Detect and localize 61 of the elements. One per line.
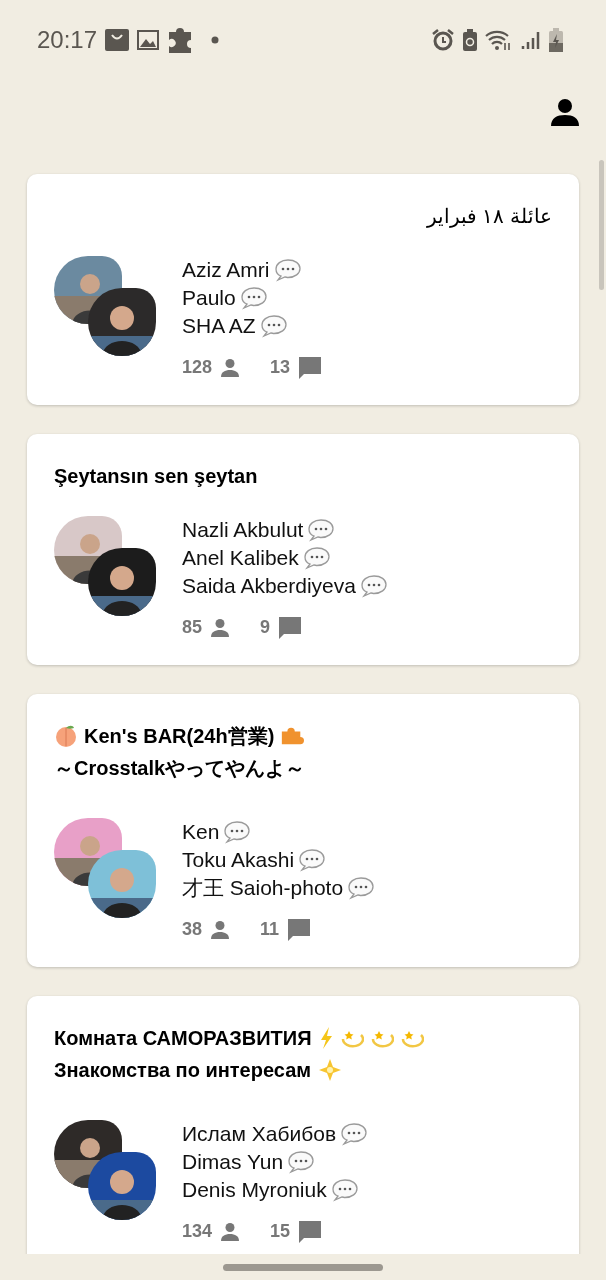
member-name: Paulo xyxy=(182,285,236,311)
room-title: Комната САМОРАЗВИТИЯ xyxy=(54,1026,312,1051)
speech-bubble-icon xyxy=(359,574,388,598)
speech-bubble-icon xyxy=(239,286,268,310)
room-card[interactable]: Ken's BAR(24h営業) ～Crosstalkやってやんよ～ Ken Toku Akashi 才王 Saioh-photo 38 11 xyxy=(27,694,579,967)
listener-count: 128 xyxy=(182,356,213,379)
speech-bubble-icon xyxy=(273,258,302,282)
member-name: Ken xyxy=(182,819,220,845)
person-icon xyxy=(220,357,241,378)
bag-icon xyxy=(105,29,130,51)
chat-icon xyxy=(278,615,303,640)
speech-bubble-icon xyxy=(347,876,376,900)
speech-bubble-icon xyxy=(307,518,336,542)
person-icon xyxy=(220,1221,241,1242)
person-icon xyxy=(210,919,231,940)
person-icon xyxy=(210,617,231,638)
member-name: 才王 Saioh-photo xyxy=(182,875,344,901)
member-name: Nazli Akbulut xyxy=(182,517,304,543)
listener-count: 38 xyxy=(182,918,203,941)
listener-count: 134 xyxy=(182,1220,213,1243)
member-name: Aziz Amri xyxy=(182,257,270,283)
puzzle-icon xyxy=(167,26,194,54)
signal-icon xyxy=(521,30,541,50)
chat-icon xyxy=(298,1219,323,1244)
profile-icon[interactable] xyxy=(550,97,580,127)
speech-bubble-icon xyxy=(330,1178,359,1202)
member-name: Dimas Yun xyxy=(182,1149,284,1175)
member-name: Saida Akberdiyeva xyxy=(182,573,356,599)
member-name: Denis Myroniuk xyxy=(182,1177,327,1203)
message-count: 13 xyxy=(270,356,291,379)
message-count: 15 xyxy=(270,1220,291,1243)
room-card[interactable]: Şeytansın sen şeytan Nazli Akbulut Anel Kalibek Saida Akberdiyeva 85 9 xyxy=(27,434,579,665)
battery-icon xyxy=(549,28,563,52)
room-title: Şeytansın sen şeytan xyxy=(54,464,258,489)
image-icon xyxy=(137,30,160,50)
message-count: 11 xyxy=(260,918,280,941)
dot-icon xyxy=(211,36,220,44)
member-name: Toku Akashi xyxy=(182,847,295,873)
room-title: عائلة ١٨ فبراير xyxy=(426,204,552,230)
status-time: 20:17 xyxy=(37,25,98,55)
member-name: Ислам Хабибов xyxy=(182,1121,337,1147)
room-title: ～Crosstalkやってやんよ～ xyxy=(54,756,306,781)
peach-icon xyxy=(54,724,78,748)
speech-bubble-icon xyxy=(223,820,252,844)
speech-bubble-icon xyxy=(298,848,327,872)
listener-count: 85 xyxy=(182,616,203,639)
member-name: SHA AZ xyxy=(182,313,256,339)
battery-saver-icon xyxy=(463,29,477,51)
room-card[interactable]: Комната САМОРАЗВИТИЯ Знакомства по интересам Ислам Хабибов Dimas Yun Denis Myroniuk 134 15 xyxy=(27,996,579,1254)
room-title: Ken's BAR(24h営業) xyxy=(84,724,275,749)
speech-bubble-icon xyxy=(287,1150,316,1174)
chat-icon xyxy=(287,917,312,942)
member-name: Anel Kalibek xyxy=(182,545,299,571)
speech-bubble-icon xyxy=(340,1122,369,1146)
room-title: Знакомства по интересам xyxy=(54,1058,312,1083)
alarm-icon xyxy=(431,28,455,52)
wifi-icon xyxy=(485,29,513,51)
message-count: 9 xyxy=(260,616,271,639)
speech-bubble-icon xyxy=(302,546,331,570)
speech-bubble-icon xyxy=(259,314,288,338)
chat-icon xyxy=(298,355,323,380)
